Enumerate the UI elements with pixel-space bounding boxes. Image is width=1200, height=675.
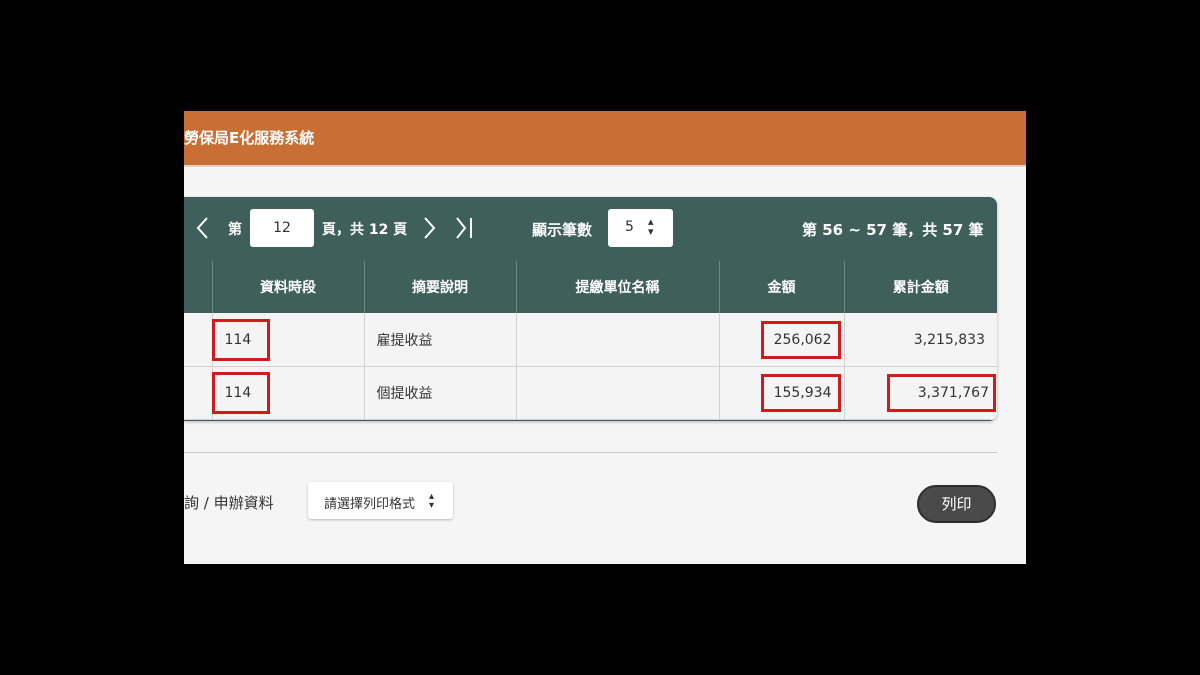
app-title: 勞保局E化服務系統 <box>184 129 315 147</box>
page-size-value: 5 <box>625 219 634 235</box>
period-cell: 114 <box>211 366 364 420</box>
amount-cell: 155,934 <box>718 366 844 420</box>
summary-cell: 個提收益 <box>363 366 516 420</box>
page-number-input[interactable] <box>250 209 314 247</box>
cumulative-cell: 3,371,767 <box>843 366 997 420</box>
summary-cell: 雇提收益 <box>363 313 516 367</box>
top-bar: 勞保局E化服務系統 <box>184 111 1026 167</box>
table-row: 114 個提收益 155,934 3,371,767 <box>184 366 997 420</box>
print-format-placeholder: 請選擇列印格式 <box>324 497 416 512</box>
column-header-amount: 金額 <box>718 261 844 313</box>
table-row: 114 雇提收益 256,062 3,215,833 <box>184 313 997 367</box>
table-header-row: 資料時段 摘要說明 提繳單位名稱 金額 累計金額 <box>184 261 997 313</box>
previous-page-icon[interactable] <box>192 215 214 241</box>
column-header-summary: 摘要說明 <box>363 261 516 313</box>
page-size-label: 顯示筆數 <box>532 221 593 239</box>
amount-value: 155,934 <box>760 374 841 412</box>
sort-arrows-icon: ▴ ▾ <box>429 491 435 511</box>
period-value: 114 <box>211 318 271 361</box>
unit-cell <box>515 313 719 367</box>
amount-cell: 256,062 <box>718 313 844 367</box>
row-spacer-cell <box>184 366 212 420</box>
print-section-label: 詢 / 申辦資料 <box>184 494 274 512</box>
period-cell: 114 <box>211 313 364 367</box>
cumulative-cell: 3,215,833 <box>843 313 997 367</box>
page-size-select[interactable]: 5 ▴ ▾ <box>608 209 673 247</box>
results-panel: 第 頁，共 12 頁 顯示筆數 5 ▴▾ 第 56 ~ 57 筆，共 57 筆 <box>184 197 997 421</box>
section-divider <box>184 452 997 453</box>
page-total-label: 頁，共 12 頁 <box>322 222 408 238</box>
period-value: 114 <box>211 372 271 414</box>
column-header-cumulative: 累計金額 <box>843 261 997 313</box>
pagination-bar: 第 頁，共 12 頁 顯示筆數 5 ▴▾ 第 56 ~ 57 筆，共 57 筆 <box>184 197 997 261</box>
results-table: 資料時段 摘要說明 提繳單位名稱 金額 累計金額 114 雇提收益 256,06… <box>184 261 997 420</box>
last-page-icon[interactable] <box>452 215 474 241</box>
record-summary: 第 56 ~ 57 筆，共 57 筆 <box>802 221 984 239</box>
cumulative-value: 3,371,767 <box>886 374 997 412</box>
column-header-unit: 提繳單位名稱 <box>515 261 719 313</box>
column-header <box>184 261 212 313</box>
amount-value: 256,062 <box>760 320 841 359</box>
app-frame: 勞保局E化服務系統 第 頁，共 12 頁 顯示筆數 5 ▴▾ 第 56 ~ 57… <box>184 111 1026 564</box>
unit-cell <box>515 366 719 420</box>
print-button[interactable]: 列印 <box>917 485 996 523</box>
print-format-select[interactable]: 請選擇列印格式 ▴ ▾ <box>308 482 453 519</box>
next-page-icon[interactable] <box>418 215 440 241</box>
page-prefix-label: 第 <box>228 222 242 238</box>
row-spacer-cell <box>184 313 212 367</box>
column-header-period: 資料時段 <box>211 261 364 313</box>
sort-arrows-icon: ▴ ▾ <box>648 215 654 238</box>
